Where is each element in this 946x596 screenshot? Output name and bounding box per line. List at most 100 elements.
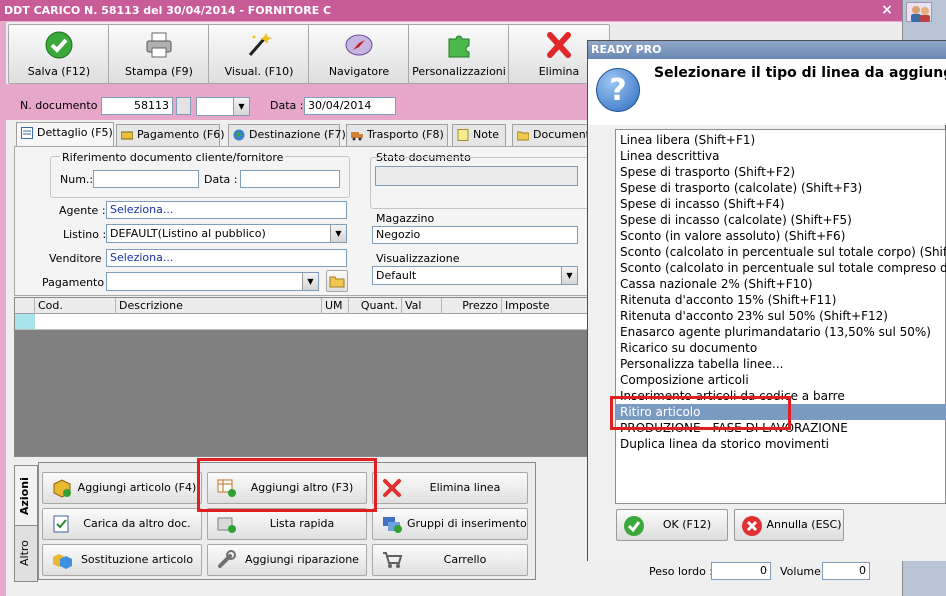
- tab-documenti[interactable]: Documenti: [512, 124, 594, 146]
- row-indicator: [15, 314, 35, 329]
- list-item[interactable]: Enasarco agente plurimandatario (13,50% …: [620, 324, 931, 340]
- tab-label: Documenti: [533, 128, 594, 141]
- tab-altro[interactable]: Altro: [14, 525, 38, 582]
- tab-dettaglio[interactable]: Dettaglio (F5): [16, 122, 114, 147]
- agente-field[interactable]: Seleziona...: [106, 201, 347, 219]
- table-row[interactable]: [15, 314, 593, 330]
- compass-icon: [345, 34, 373, 56]
- ok-label: OK (F12): [662, 518, 712, 531]
- quick-list-icon: [217, 517, 236, 533]
- repair-icon: [218, 550, 236, 568]
- list-item[interactable]: Spese di trasporto (Shift+F2): [620, 164, 795, 180]
- chevron-down-icon: ▼: [233, 98, 249, 115]
- ok-button[interactable]: OK (F12): [616, 509, 728, 541]
- replace-article-icon: [53, 554, 72, 569]
- cancel-button[interactable]: Annulla (ESC): [734, 509, 844, 541]
- cart-button[interactable]: Carrello: [372, 544, 528, 576]
- tab-label: Note: [473, 128, 500, 141]
- col-prezzo[interactable]: Prezzo: [442, 298, 502, 314]
- grid-header: Cod. Descrizione UM Quant. Val Prezzo Im…: [15, 298, 593, 314]
- tab-label: Trasporto (F8): [367, 128, 444, 141]
- list-item[interactable]: Spese di incasso (calcolate) (Shift+F5): [620, 212, 852, 228]
- navigator-button[interactable]: Navigatore: [308, 24, 410, 84]
- list-item[interactable]: Sconto (calcolato in percentuale sul tot…: [620, 260, 946, 276]
- action-label: Carrello: [443, 553, 487, 566]
- action-label: Aggiungi riparazione: [245, 553, 359, 566]
- magazzino-title: Magazzino: [376, 212, 435, 225]
- list-item[interactable]: Ritenuta d'acconto 15% (Shift+F11): [620, 292, 836, 308]
- check-icon: [624, 516, 644, 536]
- customizations-button[interactable]: Personalizzazioni: [408, 24, 510, 84]
- date-label: Data :: [270, 99, 304, 112]
- action-label: Elimina linea: [429, 481, 501, 494]
- load-doc-button[interactable]: Carica da altro doc.: [42, 508, 202, 540]
- highlight-ritiro-articolo: [610, 396, 791, 430]
- rif-date-label: Data :: [204, 173, 238, 186]
- tab-azioni[interactable]: Azioni: [14, 465, 38, 527]
- date-field[interactable]: 30/04/2014: [304, 97, 396, 115]
- list-item[interactable]: Ricarico su documento: [620, 340, 757, 356]
- list-item[interactable]: Duplica linea da storico movimenti: [620, 436, 829, 452]
- add-repair-button[interactable]: Aggiungi riparazione: [207, 544, 367, 576]
- doc-number-field[interactable]: 58113: [101, 97, 173, 115]
- insert-groups-button[interactable]: Gruppi di inserimento: [372, 508, 528, 540]
- puzzle-icon: [448, 35, 470, 58]
- list-item[interactable]: Spese di incasso (Shift+F4): [620, 196, 785, 212]
- col-val[interactable]: Val: [402, 298, 442, 314]
- add-article-button[interactable]: Aggiungi articolo (F4): [42, 472, 202, 504]
- dialog-title: READY PRO: [588, 41, 946, 59]
- customizations-label: Personalizzazioni: [412, 65, 506, 78]
- delete-x-icon: [547, 32, 571, 58]
- col-imposte[interactable]: Imposte: [502, 298, 593, 314]
- list-item[interactable]: Linea descrittiva: [620, 148, 720, 164]
- rif-date-field[interactable]: [240, 170, 340, 188]
- replace-article-button[interactable]: Sostituzione articolo: [42, 544, 202, 576]
- agente-label: Agente :: [59, 204, 106, 217]
- chevron-down-icon: ▼: [302, 273, 318, 290]
- col-quant[interactable]: Quant.: [349, 298, 402, 314]
- list-item[interactable]: Cassa nazionale 2% (Shift+F10): [620, 276, 813, 292]
- pagamento-dropdown[interactable]: ▼: [106, 272, 319, 291]
- globe-icon: [233, 129, 245, 141]
- col-um[interactable]: UM: [322, 298, 349, 314]
- save-button[interactable]: Salva (F12): [8, 24, 110, 84]
- tab-trasporto[interactable]: Trasporto (F8): [346, 124, 448, 146]
- list-item[interactable]: Sconto (calcolato in percentuale sul tot…: [620, 244, 946, 260]
- peso-field[interactable]: 0: [711, 562, 771, 580]
- num-field[interactable]: [93, 170, 199, 188]
- delete-line-button[interactable]: Elimina linea: [372, 472, 528, 504]
- list-item[interactable]: Sconto (in valore assoluto) (Shift+F6): [620, 228, 845, 244]
- visualizzazione-dropdown[interactable]: Default ▼: [372, 266, 578, 285]
- note-icon: [457, 129, 469, 141]
- doc-series-dropdown[interactable]: ▼: [196, 97, 250, 116]
- quick-list-button[interactable]: Lista rapida: [207, 508, 367, 540]
- venditore-field[interactable]: Seleziona...: [106, 249, 347, 267]
- listino-dropdown[interactable]: DEFAULT(Listino al pubblico) ▼: [106, 224, 347, 243]
- tab-pagamento[interactable]: Pagamento (F6): [116, 124, 225, 146]
- list-item[interactable]: Linea libera (Shift+F1): [620, 132, 755, 148]
- list-item[interactable]: Ritenuta d'acconto 23% sul 50% (Shift+F1…: [620, 308, 888, 324]
- tab-label: Dettaglio (F5): [37, 126, 113, 139]
- preview-button[interactable]: Visual. (F10): [208, 24, 310, 84]
- doc-number-label: N. documento :: [20, 99, 105, 112]
- tab-note[interactable]: Note: [452, 124, 506, 146]
- print-button[interactable]: Stampa (F9): [108, 24, 210, 84]
- list-item[interactable]: Composizione articoli: [620, 372, 749, 388]
- magazzino-field[interactable]: Negozio: [372, 226, 578, 244]
- list-item[interactable]: Personalizza tabella linee...: [620, 356, 784, 372]
- tab-destinazione[interactable]: Destinazione (F7): [228, 124, 346, 146]
- preview-label: Visual. (F10): [224, 65, 294, 78]
- insert-groups-icon: [383, 517, 402, 533]
- doc-number-spinner[interactable]: [176, 97, 191, 115]
- list-item[interactable]: Spese di trasporto (calcolate) (Shift+F3…: [620, 180, 862, 196]
- close-icon[interactable]: ×: [878, 2, 896, 19]
- print-label: Stampa (F9): [125, 65, 193, 78]
- users-icon[interactable]: [906, 2, 932, 22]
- volume-field[interactable]: 0: [822, 562, 870, 580]
- cancel-label: Annulla (ESC): [766, 518, 842, 531]
- highlight-add-other: [197, 458, 377, 512]
- col-cod[interactable]: Cod.: [35, 298, 116, 314]
- col-descrizione[interactable]: Descrizione: [116, 298, 322, 314]
- peso-label: Peso lordo :: [649, 565, 713, 578]
- pagamento-browse-button[interactable]: [326, 270, 348, 292]
